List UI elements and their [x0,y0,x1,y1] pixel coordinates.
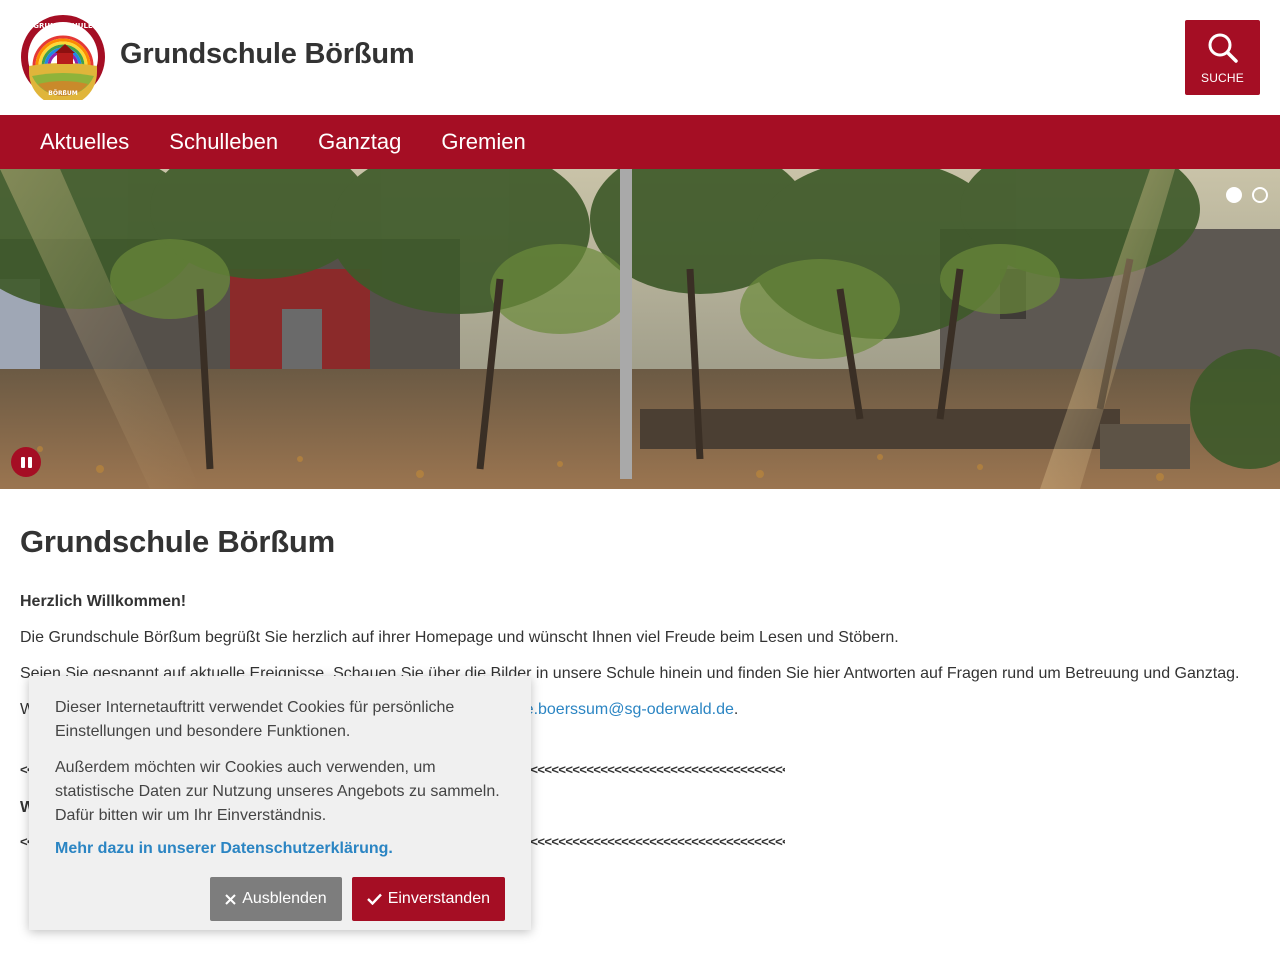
slide-dot-1[interactable] [1226,187,1242,203]
site-title[interactable]: Grundschule Börßum [120,38,415,71]
site-header: GRUNDSCHULE BÖRßUM Grundschule Börßum SU… [0,0,1280,115]
dismiss-button[interactable]: Ausblenden [210,877,342,921]
nav-item-aktuelles[interactable]: Aktuelles [20,115,149,169]
close-icon [225,893,236,905]
school-logo-icon: GRUNDSCHULE BÖRßUM [21,15,105,106]
email-link[interactable]: le.boerssum@sg-oderwald.de [521,701,734,718]
page-title: Grundschule Börßum [20,524,336,559]
nav-item-ganztag[interactable]: Ganztag [298,115,421,169]
cookie-buttons: Ausblenden Einverstanden [210,877,505,921]
contact-paragraph-end: . [733,701,739,718]
accept-label: Einverstanden [387,890,490,907]
checkmark-icon [366,893,382,905]
nav-item-schulleben[interactable]: Schulleben [149,115,298,169]
nav-item-gremien[interactable]: Gremien [421,115,545,169]
dismiss-label: Ausblenden [242,890,327,907]
slide-dot-2[interactable] [1252,187,1268,203]
main-navigation: Aktuelles Schulleben Ganztag Gremien [0,115,1280,169]
hero-image [0,169,1280,489]
pause-icon-bar [27,456,32,468]
pause-button[interactable] [11,447,41,477]
svg-text:BÖRßUM: BÖRßUM [48,90,77,97]
accept-button[interactable]: Einverstanden [351,877,505,921]
svg-text:GRUNDSCHULE: GRUNDSCHULE [33,22,93,30]
intro-paragraph: Die Grundschule Börßum begrüßt Sie herzl… [20,629,899,646]
cookie-text-1: Dieser Internetauftritt verwendet Cookie… [55,699,455,740]
welcome-heading: Herzlich Willkommen! [20,593,187,610]
pause-icon [20,456,25,468]
search-icon [1208,33,1238,63]
main-content: Grundschule Börßum Herzlich Willkommen! … [20,520,1260,849]
search-button[interactable]: SUCHE [1185,20,1260,95]
hero-slider [0,169,1280,489]
cookie-text-2: Außerdem möchten wir Cookies auch verwen… [55,759,500,824]
school-logo[interactable]: GRUNDSCHULE BÖRßUM [20,14,106,106]
privacy-link[interactable]: Mehr dazu in unserer Datenschutzerklärun… [55,840,505,858]
slider-pagination [1226,187,1268,203]
search-label: SUCHE [1200,71,1244,85]
cookie-banner: Dieser Internetauftritt verwendet Cookie… [29,676,531,930]
